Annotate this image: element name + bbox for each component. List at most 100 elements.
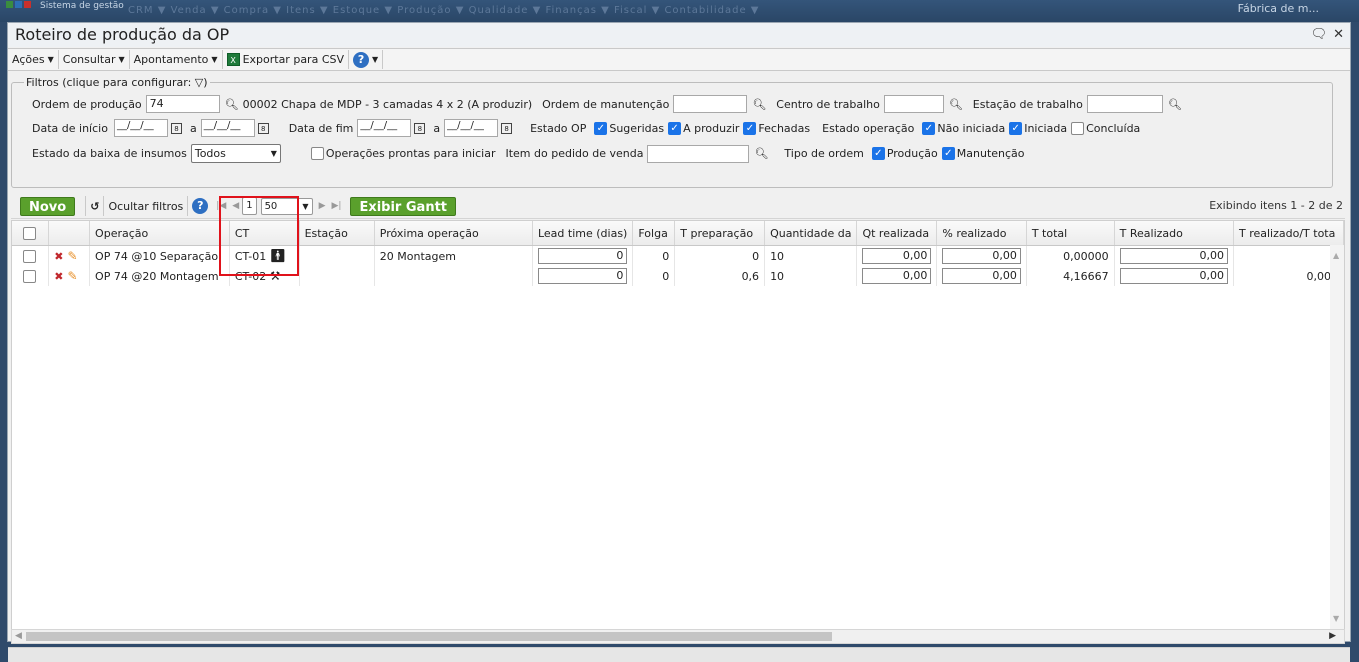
scroll-down-icon[interactable]: ▼ — [1333, 614, 1339, 623]
calendar-icon[interactable]: 8 — [501, 122, 513, 134]
comment-icon[interactable]: 🗨︎ — [1311, 27, 1328, 42]
sales-order-item-input[interactable] — [647, 144, 750, 163]
consult-menu-button[interactable]: Consultar ▼ — [59, 50, 130, 69]
row-checkbox[interactable] — [23, 269, 36, 283]
select-all-header[interactable] — [12, 221, 50, 246]
time-done-cell[interactable]: 0,00 — [1114, 245, 1234, 266]
completed-checkbox[interactable] — [1071, 121, 1085, 135]
qty-done-cell[interactable]: 0,00 — [856, 266, 938, 286]
page-size-select[interactable]: 50 ▼ — [260, 197, 313, 215]
production-checkbox[interactable]: ✓ — [871, 147, 885, 160]
next-page-icon[interactable]: ▶ — [319, 201, 326, 211]
new-button[interactable]: Novo — [20, 196, 76, 216]
col-header-time-ratio[interactable]: T realizado/T tota — [1233, 221, 1344, 246]
started-checkbox[interactable]: ✓ — [1009, 121, 1023, 135]
to-produce-checkbox[interactable]: ✓ — [668, 121, 682, 135]
qty-done-input[interactable]: 0,00 — [862, 248, 932, 264]
not-started-checkbox[interactable]: ✓ — [922, 121, 936, 135]
ready-operations-checkbox[interactable] — [310, 147, 324, 160]
end-date-from-input[interactable]: __/__/__ — [357, 119, 412, 137]
lead-time-cell[interactable]: 0 — [532, 266, 634, 286]
pct-done-input[interactable]: 0,00 — [942, 248, 1021, 264]
col-header-qty-done[interactable]: Qt realizada — [856, 221, 938, 246]
input-writeoff-state-select[interactable]: Todos ▼ — [190, 144, 281, 163]
last-page-icon[interactable]: ▶| — [331, 201, 341, 211]
actions-menu-button[interactable]: Ações ▼ — [8, 50, 59, 69]
col-header-pct-done[interactable]: % realizado — [936, 221, 1027, 246]
export-csv-button[interactable]: X Exportar para CSV — [223, 50, 350, 69]
pct-done-input[interactable]: 0,00 — [942, 268, 1021, 284]
actions-header — [48, 221, 91, 246]
work-station-input[interactable] — [1086, 95, 1163, 113]
scroll-thumb[interactable] — [26, 632, 832, 641]
lead-time-input[interactable]: 0 — [537, 248, 628, 264]
qty-done-input[interactable]: 0,00 — [862, 268, 932, 284]
horizontal-scrollbar[interactable]: ◀ ▶ — [11, 629, 1345, 644]
search-icon[interactable]: 🔍︎ — [752, 98, 766, 111]
show-gantt-button[interactable]: Exibir Gantt — [350, 196, 456, 216]
help-menu-button[interactable]: ? ▼ — [349, 50, 384, 69]
pct-done-cell[interactable]: 0,00 — [936, 245, 1027, 266]
table-row[interactable]: ✖ ✎ OP 74 @10 Separação CT-01 🚹︎ 20 Monta… — [12, 245, 1344, 266]
table-row[interactable]: ✖ ✎ OP 74 @20 Montagem CT-02 ⚒︎ 0 0 0,6 1… — [12, 266, 1344, 286]
search-icon[interactable]: 🔍︎ — [225, 98, 239, 111]
filters-legend[interactable]: Filtros (clique para configurar: ▽) — [24, 76, 210, 89]
search-icon[interactable]: 🔍︎ — [1168, 98, 1182, 111]
time-done-input[interactable]: 0,00 — [1119, 268, 1228, 284]
scroll-right-icon[interactable]: ▶ — [1329, 631, 1336, 641]
delete-icon[interactable]: ✖ — [54, 270, 63, 283]
end-date-to-input[interactable]: __/__/__ — [444, 119, 499, 137]
lead-time-input[interactable]: 0 — [537, 268, 628, 284]
page-number-input[interactable]: 1 — [242, 197, 257, 215]
row-select-cell[interactable] — [12, 266, 50, 286]
time-done-input[interactable]: 0,00 — [1119, 248, 1228, 264]
col-header-time-done[interactable]: T Realizado — [1114, 221, 1234, 246]
calendar-icon[interactable]: 8 — [414, 122, 426, 134]
scroll-left-icon[interactable]: ◀ — [15, 631, 22, 641]
funnel-icon[interactable]: ▽ — [195, 76, 203, 89]
delete-icon[interactable]: ✖ — [54, 250, 63, 263]
company-name[interactable]: Fábrica de m... — [1238, 2, 1319, 15]
vertical-scrollbar[interactable]: ▲ ▼ — [1330, 245, 1344, 629]
close-icon[interactable]: ✕ — [1333, 27, 1344, 42]
closed-checkbox[interactable]: ✓ — [743, 121, 757, 135]
col-header-station[interactable]: Estação — [299, 221, 375, 246]
filters-panel: Filtros (clique para configurar: ▽) Orde… — [11, 76, 1333, 188]
first-page-icon[interactable]: |◀ — [216, 201, 226, 211]
pencil-icon[interactable]: ✎ — [68, 269, 78, 283]
row-select-cell[interactable] — [12, 245, 50, 266]
time-done-cell[interactable]: 0,00 — [1114, 266, 1234, 286]
col-header-operation[interactable]: Operação — [89, 221, 230, 246]
maintenance-checkbox[interactable]: ✓ — [941, 147, 955, 160]
app-main-menu[interactable]: CRM ▼ Venda ▼ Compra ▼ Itens ▼ Estoque ▼… — [128, 5, 759, 16]
col-header-setup-time[interactable]: T preparação — [674, 221, 766, 246]
col-header-lead-time[interactable]: Lead time (dias) — [532, 221, 634, 246]
row-checkbox[interactable] — [23, 249, 36, 263]
prev-page-icon[interactable]: ◀ — [232, 201, 239, 211]
col-header-quantity[interactable]: Quantidade da — [764, 221, 858, 246]
col-header-slack[interactable]: Folga — [632, 221, 676, 246]
calendar-icon[interactable]: 8 — [170, 122, 182, 134]
pencil-icon[interactable]: ✎ — [68, 249, 78, 263]
scroll-up-icon[interactable]: ▲ — [1333, 251, 1339, 260]
refresh-icon[interactable]: ↺ — [90, 200, 99, 213]
select-all-checkbox[interactable] — [23, 226, 36, 240]
col-header-next-operation[interactable]: Próxima operação — [374, 221, 533, 246]
start-date-from-input[interactable]: __/__/__ — [113, 119, 168, 137]
search-icon[interactable]: 🔍︎ — [754, 147, 768, 160]
maintenance-order-input[interactable] — [673, 95, 748, 113]
pct-done-cell[interactable]: 0,00 — [936, 266, 1027, 286]
help-icon[interactable]: ? — [192, 198, 209, 214]
appointment-menu-button[interactable]: Apontamento ▼ — [130, 50, 223, 69]
calendar-icon[interactable]: 8 — [257, 122, 269, 134]
lead-time-cell[interactable]: 0 — [532, 245, 634, 266]
production-order-input[interactable]: 74 — [145, 95, 220, 113]
col-header-total-time[interactable]: T total — [1026, 221, 1115, 246]
start-date-to-input[interactable]: __/__/__ — [200, 119, 255, 137]
work-center-input[interactable] — [883, 95, 944, 113]
hide-filters-button[interactable]: Ocultar filtros — [108, 200, 183, 213]
qty-done-cell[interactable]: 0,00 — [856, 245, 938, 266]
search-icon[interactable]: 🔍︎ — [949, 98, 963, 111]
suggested-checkbox[interactable]: ✓ — [594, 121, 608, 135]
col-header-ct[interactable]: CT — [229, 221, 300, 246]
